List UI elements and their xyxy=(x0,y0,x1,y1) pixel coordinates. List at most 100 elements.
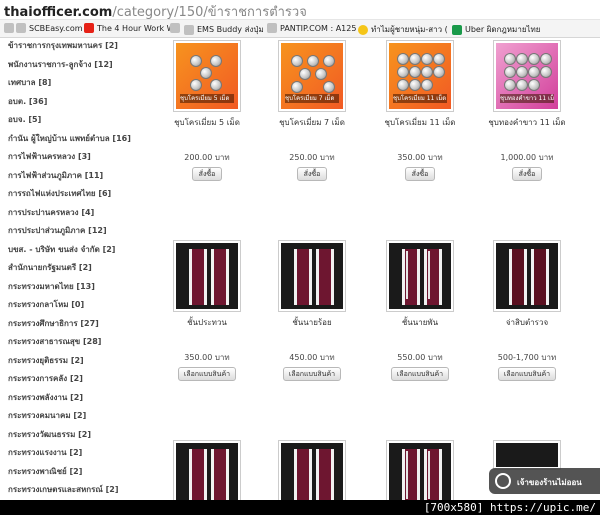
product-image[interactable] xyxy=(173,240,241,312)
product-name[interactable]: ชั้นนายพัน xyxy=(373,316,467,329)
product-name[interactable]: จ่าสิบตำรวจ xyxy=(480,316,574,329)
bookmark-pantip[interactable]: PANTIP.COM : A125 xyxy=(267,23,356,33)
url-text[interactable]: thaiofficer.com/category/150/ข้าราชการตำ… xyxy=(4,1,307,22)
page-icon xyxy=(4,23,14,33)
sash-icon xyxy=(294,249,312,305)
sidebar-category-link[interactable]: กำนัน ผู้ใหญ่บ้าน แพทย์ตำบล [16] xyxy=(8,132,131,145)
sash-icon xyxy=(509,249,527,305)
product-name[interactable]: ชุบโครเมี่ยม 7 เม็ด xyxy=(265,116,359,129)
sidebar-category-link[interactable]: การไฟฟ้าส่วนภูมิภาค [11] xyxy=(8,169,103,182)
pin-dot-icon xyxy=(433,53,445,65)
product-image[interactable] xyxy=(493,240,561,312)
stripe-icon xyxy=(406,251,408,299)
insignia-pins-icon xyxy=(504,51,552,95)
sash-icon xyxy=(294,449,312,505)
pin-dot-icon xyxy=(540,53,552,65)
bookmark-4-hour-work-week[interactable]: The 4 Hour Work We xyxy=(84,23,179,33)
sidebar-category-link[interactable]: กระทรวงวัฒนธรรม [2] xyxy=(8,428,91,441)
product-image-background xyxy=(176,243,238,309)
sidebar-category-link[interactable]: อบต. [36] xyxy=(8,95,47,108)
smiley-icon xyxy=(358,24,368,35)
order-button[interactable]: สั่งซื้อ xyxy=(512,167,542,181)
sidebar-category-link[interactable]: กระทรวงเกษตรและสหกรณ์ [2] xyxy=(8,483,119,496)
bookmark-scbeasy[interactable]: SCBEasy.com xyxy=(16,23,83,33)
product-image-background xyxy=(496,443,558,467)
pin-dot-icon xyxy=(433,66,445,78)
product-image[interactable] xyxy=(278,240,346,312)
choose-variant-button[interactable]: เลือกแบบสินค้า xyxy=(178,367,236,381)
chat-widget[interactable]: เจ้าของร้านไม่ออน xyxy=(489,468,600,494)
pin-dot-icon xyxy=(397,53,409,65)
sidebar-category-link[interactable]: การรถไฟแห่งประเทศไทย [6] xyxy=(8,187,111,200)
pin-dot-icon xyxy=(409,66,421,78)
product-image-background: ชุบโครเมี่ยม 5 เม็ด xyxy=(176,43,238,109)
product-name[interactable]: ชุบโครเมี่ยม 5 เม็ด xyxy=(160,116,254,129)
sidebar-category-link[interactable]: กระทรวงกลาโหม [0] xyxy=(8,298,84,311)
choose-variant-button[interactable]: เลือกแบบสินค้า xyxy=(283,367,341,381)
sidebar-category-link[interactable]: บขส. - บริษัท ขนส่ง จำกัด [2] xyxy=(8,243,115,256)
product-image[interactable]: ชุบทองคำขาว 11 เม็ด xyxy=(493,40,561,112)
product-image-caption: ชุบโครเมี่ยม 5 เม็ด xyxy=(180,94,234,103)
watermark-text: [700x580] https://upic.me/ xyxy=(423,501,596,514)
sidebar-category-link[interactable]: ข้าราชการกรุงเทพมหานคร [2] xyxy=(8,39,118,52)
pin-dot-icon xyxy=(421,66,433,78)
bn-icon xyxy=(452,24,462,35)
sash-icon xyxy=(531,249,549,305)
product-image[interactable]: ชุบโครเมี่ยม 7 เม็ด xyxy=(278,40,346,112)
sidebar-category-link[interactable]: กระทรวงการคลัง [2] xyxy=(8,372,83,385)
product-price: 350.00 บาท xyxy=(397,153,443,162)
insignia-pins-icon xyxy=(289,51,337,95)
sidebar-category-link[interactable]: เทศบาล [8] xyxy=(8,76,51,89)
address-bar[interactable]: thaiofficer.com/category/150/ข้าราชการตำ… xyxy=(0,0,600,20)
sidebar-category-link[interactable]: กระทรวงยุติธรรม [2] xyxy=(8,354,84,367)
sidebar-category-link[interactable]: กระทรวงคมนาคม [2] xyxy=(8,409,86,422)
sash-icon xyxy=(402,449,420,505)
product-image[interactable]: ชุบโครเมี่ยม 5 เม็ด xyxy=(173,40,241,112)
choose-variant-button[interactable]: เลือกแบบสินค้า xyxy=(498,367,556,381)
sidebar-category-link[interactable]: กระทรวงศึกษาธิการ [27] xyxy=(8,317,99,330)
product-image[interactable]: ชุบโครเมี่ยม 11 เม็ด xyxy=(386,40,454,112)
choose-variant-button[interactable]: เลือกแบบสินค้า xyxy=(391,367,449,381)
product-price: 200.00 บาท xyxy=(184,153,230,162)
pin-dot-icon xyxy=(516,53,528,65)
order-button[interactable]: สั่งซื้อ xyxy=(405,167,435,181)
sidebar-category-link[interactable]: กระทรวงพาณิชย์ [2] xyxy=(8,465,82,478)
sidebar-category-link[interactable]: สำนักนายกรัฐมนตรี [2] xyxy=(8,261,92,274)
product-price: 350.00 บาท xyxy=(184,353,230,362)
sidebar-category-link[interactable]: อบจ. [5] xyxy=(8,113,41,126)
sidebar-category-link[interactable]: กระทรวงแรงงาน [2] xyxy=(8,446,82,459)
order-button[interactable]: สั่งซื้อ xyxy=(297,167,327,181)
pin-dot-icon xyxy=(540,66,552,78)
bookmark-item[interactable] xyxy=(170,23,183,33)
sidebar-category-link[interactable]: การประปานครหลวง [4] xyxy=(8,206,94,219)
pin-dot-icon xyxy=(504,79,516,91)
product-image[interactable] xyxy=(493,440,561,470)
sidebar-category-link[interactable]: กระทรวงสาธารณสุข [28] xyxy=(8,335,101,348)
bookmark-ems-buddy[interactable]: EMS Buddy ส่งปุ่ม xyxy=(184,23,264,36)
sidebar-category-link[interactable]: พนักงานราชการ-ลูกจ้าง [12] xyxy=(8,58,113,71)
sidebar-category-link[interactable]: การไฟฟ้านครหลวง [3] xyxy=(8,150,91,163)
page-icon xyxy=(170,23,180,33)
sidebar-category-link[interactable]: กระทรวงมหาดไทย [13] xyxy=(8,280,95,293)
pin-dot-icon xyxy=(504,53,516,65)
product-image-background xyxy=(389,243,451,309)
sash-icon xyxy=(424,449,442,505)
product-name[interactable]: ชั้นประทวน xyxy=(160,316,254,329)
product-name[interactable]: ชุบทองคำขาว 11 เม็ด xyxy=(480,116,574,129)
order-button[interactable]: สั่งซื้อ xyxy=(192,167,222,181)
bookmark-pantip-topic[interactable]: ทำไมผู้ชายหนุ่ม-สาว ( xyxy=(358,23,448,36)
sidebar-category-link[interactable]: การประปาส่วนภูมิภาค [12] xyxy=(8,224,107,237)
product-price: 500-1,700 บาท xyxy=(497,353,557,362)
pin-dot-icon xyxy=(397,79,409,91)
page-icon xyxy=(16,23,26,33)
sidebar-category-link[interactable]: กระทรวงพลังงาน [2] xyxy=(8,391,83,404)
product-image[interactable] xyxy=(386,240,454,312)
pin-dot-icon xyxy=(516,66,528,78)
pin-dot-icon xyxy=(421,53,433,65)
product-name[interactable]: ชั้นนายร้อย xyxy=(265,316,359,329)
pin-dot-icon xyxy=(307,55,319,67)
pin-dot-icon xyxy=(200,67,212,79)
bookmark-uber[interactable]: Uber ผิดกฎหมายไทย xyxy=(452,23,541,36)
product-name[interactable]: ชุบโครเมี่ยม 11 เม็ด xyxy=(373,116,467,129)
pin-dot-icon xyxy=(323,81,335,93)
